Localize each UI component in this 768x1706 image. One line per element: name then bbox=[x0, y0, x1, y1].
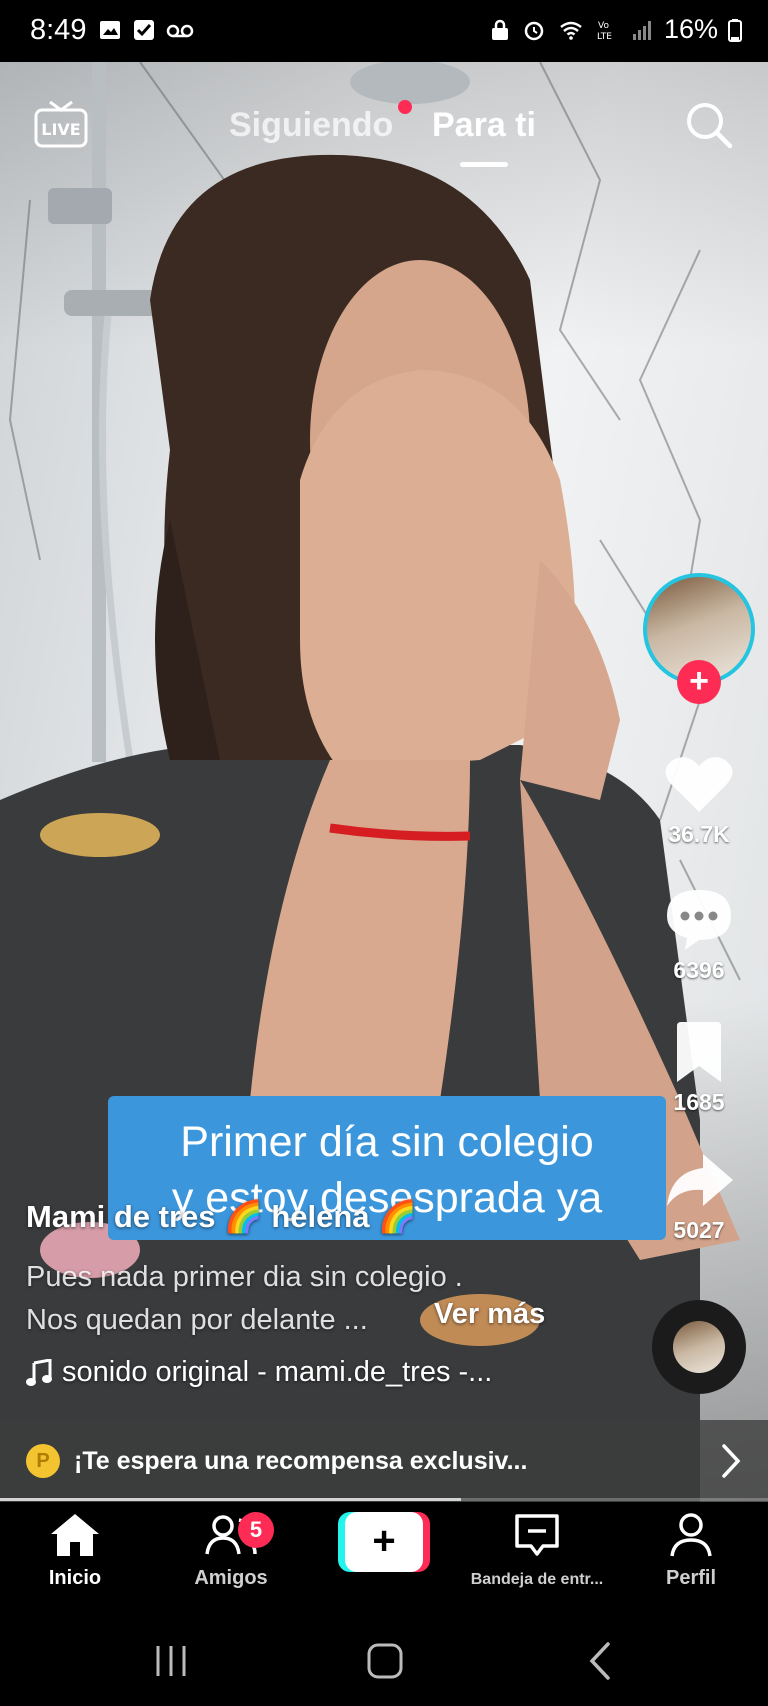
home-icon bbox=[51, 1514, 99, 1556]
sound-title: sonido original - mami.de_tres -... bbox=[62, 1356, 493, 1388]
status-bar: 8:49 Vo LTE 16% bbox=[0, 0, 768, 62]
bookmark-icon bbox=[677, 1022, 721, 1082]
search-icon[interactable] bbox=[684, 100, 734, 150]
battery-icon bbox=[728, 18, 742, 42]
svg-text:Vo: Vo bbox=[598, 21, 609, 31]
video-progress-bar[interactable] bbox=[0, 1498, 768, 1501]
status-left-icons bbox=[98, 18, 194, 42]
follow-button[interactable]: + bbox=[677, 660, 721, 704]
live-button[interactable]: LIVE bbox=[34, 100, 88, 152]
description-line-1: Pues nada primer dia sin colegio . bbox=[26, 1261, 463, 1293]
battery-percent: 16% bbox=[663, 14, 718, 44]
signal-icon bbox=[632, 20, 651, 40]
share-icon bbox=[667, 1154, 733, 1206]
wifi-icon bbox=[560, 21, 582, 40]
nav-inbox[interactable]: Bandeja de entr... bbox=[462, 1512, 612, 1589]
volte-icon: Vo LTE bbox=[597, 21, 612, 42]
author-name[interactable]: Mami de tres 🌈 helena 🌈 bbox=[26, 1198, 417, 1235]
gallery-icon bbox=[100, 21, 120, 39]
like-button[interactable]: 36.7K bbox=[644, 752, 754, 848]
reward-text: ¡Te espera una recompensa exclusiv... bbox=[74, 1446, 528, 1475]
home-system-icon[interactable] bbox=[360, 1638, 410, 1684]
nav-home-label: Inicio bbox=[48, 1567, 102, 1589]
sound-disc[interactable] bbox=[652, 1300, 746, 1394]
nav-friends[interactable]: 5 Amigos bbox=[166, 1512, 296, 1590]
nav-friends-label: Amigos bbox=[194, 1567, 268, 1589]
alarm-icon bbox=[524, 21, 544, 40]
back-icon[interactable] bbox=[576, 1638, 626, 1684]
status-time: 8:49 bbox=[30, 14, 87, 46]
nav-profile-label: Perfil bbox=[665, 1567, 717, 1589]
nav-inbox-label: Bandeja de entr... bbox=[470, 1571, 604, 1588]
nav-profile[interactable]: Perfil bbox=[626, 1512, 756, 1590]
plus-icon: + bbox=[345, 1512, 423, 1572]
like-count: 36.7K bbox=[668, 821, 730, 847]
system-nav-bar bbox=[0, 1616, 768, 1706]
sound-disc-cover bbox=[673, 1321, 725, 1373]
inbox-icon bbox=[515, 1514, 559, 1556]
check-icon bbox=[134, 20, 154, 40]
nav-home[interactable]: Inicio bbox=[10, 1512, 140, 1590]
svg-text:LTE: LTE bbox=[597, 32, 612, 42]
coin-icon: P bbox=[26, 1444, 60, 1478]
caption-line-1: Primer día sin colegio bbox=[180, 1118, 594, 1166]
tab-following[interactable]: Siguiendo bbox=[229, 106, 393, 145]
profile-icon bbox=[670, 1513, 712, 1557]
music-note-icon bbox=[26, 1358, 52, 1386]
see-more-link[interactable]: Ver más bbox=[434, 1298, 545, 1331]
comment-count: 6396 bbox=[673, 957, 725, 983]
tab-foryou[interactable]: Para ti bbox=[432, 106, 536, 145]
friends-badge: 5 bbox=[238, 1512, 274, 1548]
sound-row[interactable]: sonido original - mami.de_tres -... bbox=[26, 1356, 492, 1389]
recent-apps-icon[interactable] bbox=[146, 1638, 196, 1684]
tab-foryou-underline bbox=[460, 162, 508, 167]
chevron-right-icon bbox=[722, 1444, 741, 1478]
status-right: Vo LTE 16% bbox=[488, 14, 742, 45]
tab-following-dot bbox=[398, 100, 412, 114]
comment-button[interactable]: 6396 bbox=[644, 886, 754, 984]
voicemail-icon bbox=[166, 24, 194, 38]
video-progress-fill bbox=[0, 1498, 461, 1501]
create-button[interactable]: + bbox=[338, 1512, 430, 1572]
reward-banner[interactable]: P ¡Te espera una recompensa exclusiv... bbox=[0, 1420, 768, 1502]
post-description[interactable]: Pues nada primer dia sin colegio . Nos q… bbox=[26, 1256, 463, 1342]
live-label: LIVE bbox=[41, 120, 80, 139]
description-line-2: Nos quedan por delante ... bbox=[26, 1304, 368, 1336]
comment-icon bbox=[667, 890, 731, 950]
lock-icon bbox=[491, 19, 508, 40]
heart-icon bbox=[665, 757, 733, 812]
